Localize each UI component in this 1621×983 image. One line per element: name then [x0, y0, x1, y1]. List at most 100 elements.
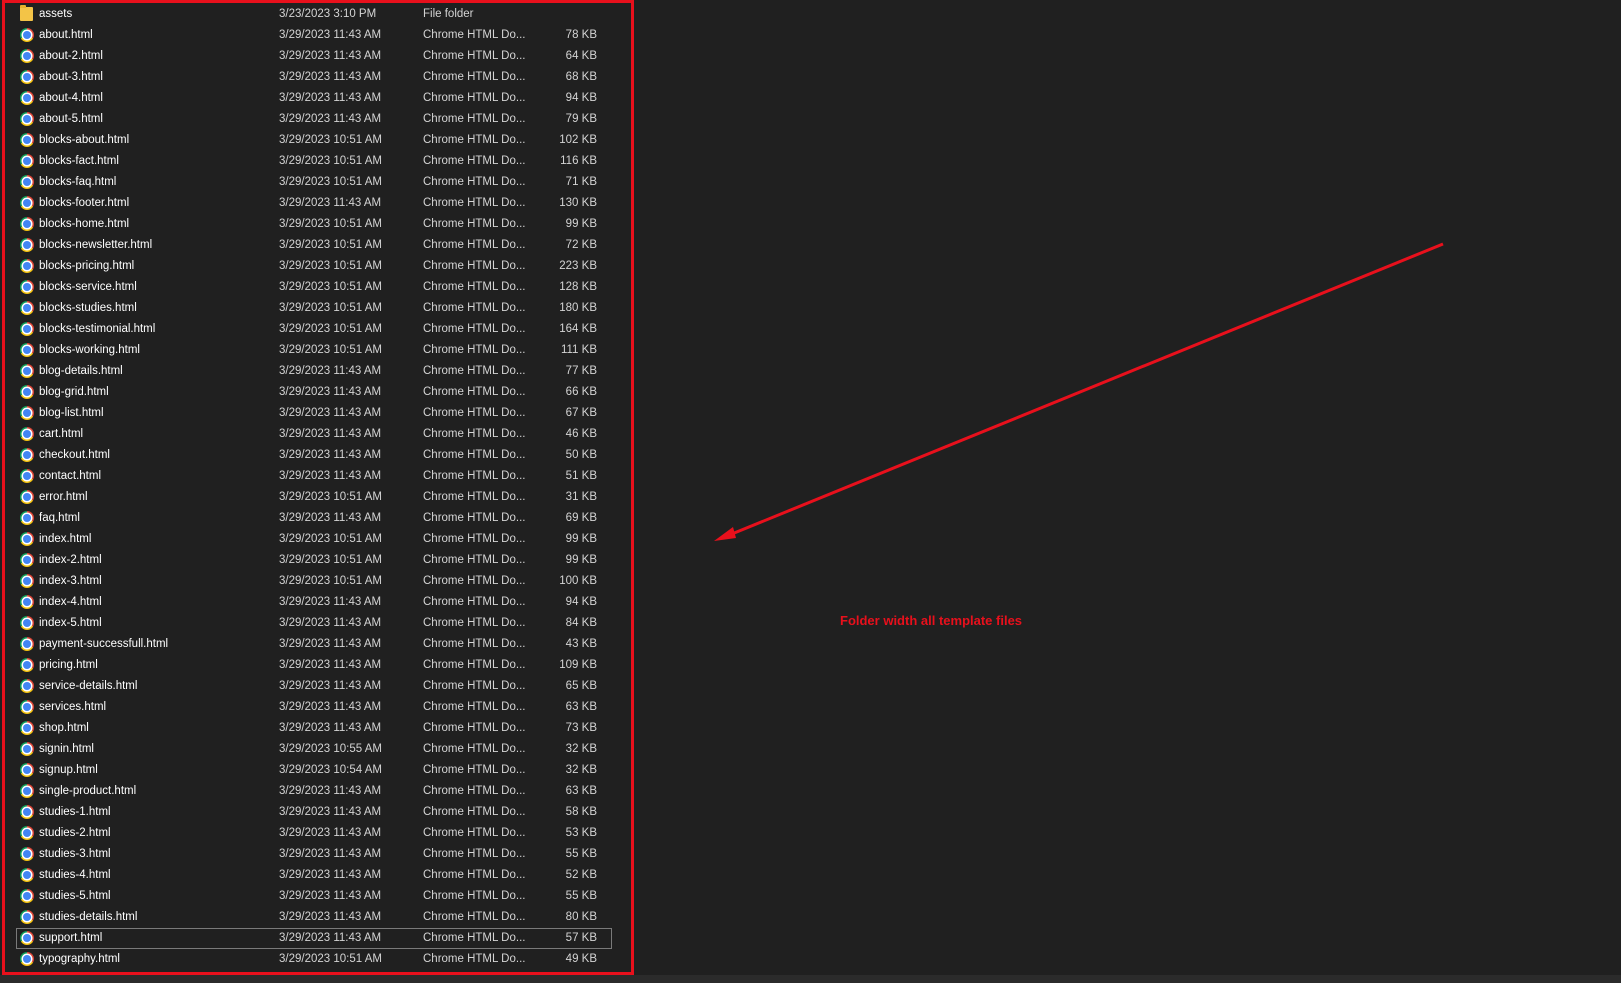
date-modified: 3/29/2023 10:51 AM: [279, 323, 382, 335]
file-row[interactable]: blocks-testimonial.html 3/29/2023 10:51 A…: [16, 319, 612, 340]
file-size: 52 KB: [565, 869, 597, 881]
file-row[interactable]: studies-1.html 3/29/2023 11:43 AM Chrome H…: [16, 802, 612, 823]
date-modified: 3/29/2023 10:51 AM: [279, 155, 382, 167]
annotation-label: Folder width all template files: [840, 613, 1023, 628]
chrome-icon: [20, 448, 35, 463]
file-row[interactable]: studies-4.html 3/29/2023 11:43 AM Chrome H…: [16, 865, 612, 886]
file-type: Chrome HTML Do...: [423, 449, 526, 461]
file-type: Chrome HTML Do...: [423, 218, 526, 230]
file-type: Chrome HTML Do...: [423, 386, 526, 398]
file-size: 51 KB: [565, 470, 597, 482]
file-row[interactable]: service-details.html 3/29/2023 11:43 AM Ch…: [16, 676, 612, 697]
file-type: Chrome HTML Do...: [423, 92, 526, 104]
file-row[interactable]: payment-successfull.html 3/29/2023 11:43 …: [16, 634, 612, 655]
file-row[interactable]: blocks-newsletter.html 3/29/2023 10:51 AM…: [16, 235, 612, 256]
file-row[interactable]: index-3.html 3/29/2023 10:51 AM Chrome HTM…: [16, 571, 612, 592]
file-row[interactable]: studies-details.html 3/29/2023 11:43 AM Ch…: [16, 907, 612, 928]
file-row[interactable]: error.html 3/29/2023 10:51 AM Chrome HTML …: [16, 487, 612, 508]
chrome-icon: [20, 826, 35, 841]
file-size: 223 KB: [559, 260, 597, 272]
file-type: Chrome HTML Do...: [423, 617, 526, 629]
arrow-line: [721, 242, 1444, 540]
file-row[interactable]: blocks-faq.html 3/29/2023 10:51 AM Chrome …: [16, 172, 612, 193]
file-name: studies-3.html: [39, 848, 111, 860]
file-name: checkout.html: [39, 449, 110, 461]
file-name: studies-4.html: [39, 869, 111, 881]
file-row[interactable]: studies-5.html 3/29/2023 11:43 AM Chrome H…: [16, 886, 612, 907]
file-row[interactable]: about-3.html 3/29/2023 11:43 AM Chrome HTM…: [16, 67, 612, 88]
file-row[interactable]: signup.html 3/29/2023 10:54 AM Chrome HTML…: [16, 760, 612, 781]
file-row[interactable]: studies-2.html 3/29/2023 11:43 AM Chrome H…: [16, 823, 612, 844]
chrome-icon: [20, 406, 35, 421]
file-row[interactable]: blocks-pricing.html 3/29/2023 10:51 AM Chr…: [16, 256, 612, 277]
file-row[interactable]: typography.html 3/29/2023 10:51 AM Chrome …: [16, 949, 612, 970]
file-name: blocks-newsletter.html: [39, 239, 153, 251]
file-row[interactable]: blocks-studies.html 3/29/2023 10:51 AM Chr…: [16, 298, 612, 319]
file-name: typography.html: [39, 953, 120, 965]
file-row[interactable]: support.html 3/29/2023 11:43 AM Chrome HTM…: [16, 928, 612, 949]
date-modified: 3/29/2023 10:51 AM: [279, 281, 382, 293]
file-name: blog-list.html: [39, 407, 104, 419]
date-modified: 3/29/2023 10:51 AM: [279, 344, 382, 356]
file-row[interactable]: blocks-footer.html 3/29/2023 11:43 AM Chro…: [16, 193, 612, 214]
file-row[interactable]: index-2.html 3/29/2023 10:51 AM Chrome HTM…: [16, 550, 612, 571]
file-row[interactable]: about-5.html 3/29/2023 11:43 AM Chrome HTM…: [16, 109, 612, 130]
file-row[interactable]: services.html 3/29/2023 11:43 AM Chrome HT…: [16, 697, 612, 718]
date-modified: 3/29/2023 11:43 AM: [279, 71, 382, 83]
file-row[interactable]: faq.html 3/29/2023 11:43 AM Chrome HTML Do…: [16, 508, 612, 529]
date-modified: 3/29/2023 11:43 AM: [279, 806, 382, 818]
file-row[interactable]: about.html 3/29/2023 11:43 AM Chrome HTML …: [16, 25, 612, 46]
chrome-icon: [20, 952, 35, 967]
file-row[interactable]: shop.html 3/29/2023 11:43 AM Chrome HTML D…: [16, 718, 612, 739]
chrome-icon: [20, 217, 35, 232]
arrow-head: [714, 527, 736, 541]
file-row[interactable]: contact.html 3/29/2023 11:43 AM Chrome HTM…: [16, 466, 612, 487]
file-row[interactable]: blog-grid.html 3/29/2023 11:43 AM Chrome H…: [16, 382, 612, 403]
file-size: 55 KB: [565, 848, 597, 860]
file-row[interactable]: about-2.html 3/29/2023 11:43 AM Chrome HTM…: [16, 46, 612, 67]
file-row[interactable]: single-product.html 3/29/2023 11:43 AM Chr…: [16, 781, 612, 802]
file-type: Chrome HTML Do...: [423, 953, 526, 965]
file-row[interactable]: index.html 3/29/2023 10:51 AM Chrome HTML …: [16, 529, 612, 550]
file-name: index-5.html: [39, 617, 102, 629]
chrome-icon: [20, 805, 35, 820]
file-row[interactable]: about-4.html 3/29/2023 11:43 AM Chrome HTM…: [16, 88, 612, 109]
file-name: blocks-testimonial.html: [39, 323, 156, 335]
chrome-icon: [20, 595, 35, 610]
file-row[interactable]: assets 3/23/2023 3:10 PM File folder: [16, 4, 612, 25]
folder-icon: [20, 5, 35, 22]
file-type: Chrome HTML Do...: [423, 911, 526, 923]
file-row[interactable]: blocks-fact.html 3/29/2023 10:51 AM Chrome…: [16, 151, 612, 172]
file-row[interactable]: index-5.html 3/29/2023 11:43 AM Chrome HTM…: [16, 613, 612, 634]
file-row[interactable]: checkout.html 3/29/2023 11:43 AM Chrome HT…: [16, 445, 612, 466]
file-row[interactable]: index-4.html 3/29/2023 11:43 AM Chrome HTM…: [16, 592, 612, 613]
date-modified: 3/29/2023 11:43 AM: [279, 365, 382, 377]
file-type: Chrome HTML Do...: [423, 638, 526, 650]
file-row[interactable]: pricing.html 3/29/2023 11:43 AM Chrome HTM…: [16, 655, 612, 676]
file-row[interactable]: blog-list.html 3/29/2023 11:43 AM Chrome H…: [16, 403, 612, 424]
file-type: Chrome HTML Do...: [423, 407, 526, 419]
chrome-icon: [20, 721, 35, 736]
file-row[interactable]: blocks-service.html 3/29/2023 10:51 AM Chr…: [16, 277, 612, 298]
file-row[interactable]: blocks-home.html 3/29/2023 10:51 AM Chrome…: [16, 214, 612, 235]
file-row[interactable]: cart.html 3/29/2023 11:43 AM Chrome HTML D…: [16, 424, 612, 445]
date-modified: 3/29/2023 11:43 AM: [279, 386, 382, 398]
file-size: 128 KB: [559, 281, 597, 293]
file-type: Chrome HTML Do...: [423, 365, 526, 377]
chrome-icon: [20, 574, 35, 589]
file-type: Chrome HTML Do...: [423, 512, 526, 524]
file-row[interactable]: blocks-about.html 3/29/2023 10:51 AM Chrom…: [16, 130, 612, 151]
file-row[interactable]: signin.html 3/29/2023 10:55 AM Chrome HTML…: [16, 739, 612, 760]
file-type: File folder: [423, 8, 474, 20]
file-size: 79 KB: [565, 113, 597, 125]
file-name: blocks-about.html: [39, 134, 130, 146]
chrome-icon: [20, 364, 35, 379]
file-row[interactable]: blocks-working.html 3/29/2023 10:51 AM Chr…: [16, 340, 612, 361]
chrome-icon: [20, 889, 35, 904]
chrome-icon: [20, 763, 35, 778]
file-row[interactable]: blog-details.html 3/29/2023 11:43 AM Chrom…: [16, 361, 612, 382]
file-type: Chrome HTML Do...: [423, 239, 526, 251]
file-type: Chrome HTML Do...: [423, 197, 526, 209]
file-row[interactable]: studies-3.html 3/29/2023 11:43 AM Chrome H…: [16, 844, 612, 865]
chrome-icon: [20, 427, 35, 442]
